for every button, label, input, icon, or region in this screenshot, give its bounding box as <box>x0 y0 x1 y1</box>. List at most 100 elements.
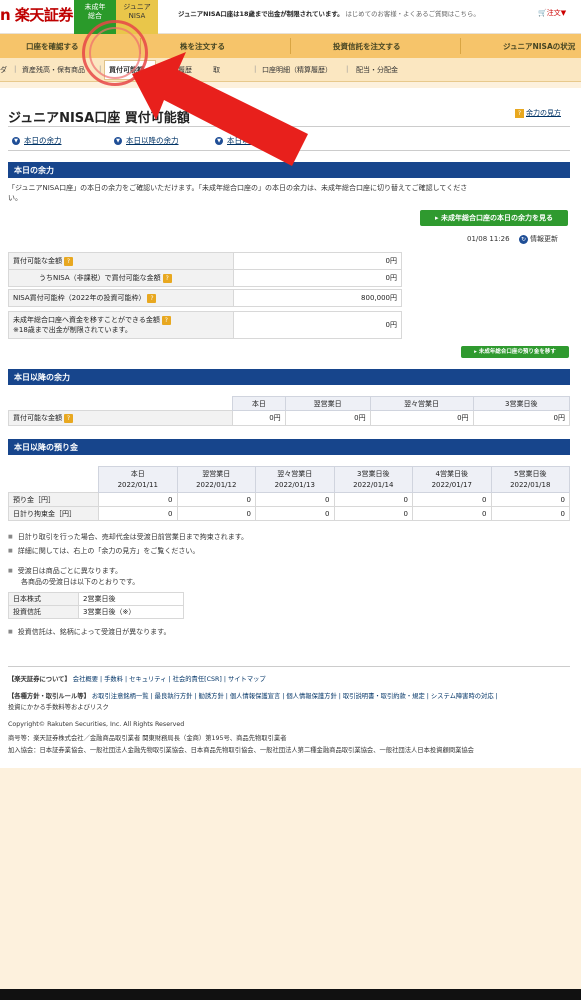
chevron-down-icon: ▼ <box>12 137 20 145</box>
sub-nav-item-cut[interactable]: ダ <box>0 65 7 75</box>
settlement-table: 日本株式 2営業日後 投資信託 3営業日後（※） <box>8 592 184 619</box>
cell: 0円 <box>232 410 286 426</box>
question-icon[interactable]: ? <box>64 413 73 423</box>
footer-about-label: 【楽天証券について】 <box>8 676 71 683</box>
row-label: 日計り拘束金［円］ <box>8 506 99 521</box>
future-power-table: 本日 翌営業日 翌々営業日 3営業日後 買付可能な金額? 0円 0円 0円 0円 <box>8 396 571 426</box>
minor-transfer-button[interactable]: ▸ 未成年総合口座の預り金を移す <box>461 346 569 358</box>
sub-nav-holdings[interactable]: 資産残高・保有商品 <box>22 65 85 75</box>
col-date: 2022/01/11 <box>117 480 158 489</box>
table-row: うちNISA（非課税）で買付可能な金額? 0円 <box>8 269 402 287</box>
buying-power-value: 0円 <box>233 252 402 270</box>
col-header: 翌々営業日 2022/01/13 <box>255 466 335 493</box>
cart-label: 注文▼ <box>546 9 567 17</box>
anchor-today[interactable]: ▼ 本日の余力 <box>12 135 62 146</box>
table-row: 未成年総合口座へ資金を移すことができる金額? ※18歳まで出金が制限されています。… <box>8 311 402 339</box>
refresh-button[interactable]: ↻ 情報更新 <box>519 234 558 244</box>
minor-transfer-label: 未成年総合口座の預り金を移す <box>478 349 556 355</box>
row-label: 買付可能な金額? <box>8 252 234 270</box>
row-label-text: 買付可能な金額 <box>13 257 62 265</box>
question-icon[interactable]: ? <box>162 273 172 283</box>
rakuten-logo[interactable]: n 楽天証券 <box>0 4 73 25</box>
cell: 0 <box>490 506 570 521</box>
table-header-row: 本日 翌営業日 翌々営業日 3営業日後 <box>8 396 571 411</box>
footer-about-links[interactable]: 会社概要 | 手数料 | セキュリティ | 社会的責任[CSR] | サイトマッ… <box>73 676 266 683</box>
deposits-table: 本日 2022/01/11 翌営業日 2022/01/12 翌々営業日 2022/01… <box>8 466 570 521</box>
anchor-label: 本日の余力 <box>24 136 62 145</box>
footer-policy-links-2[interactable]: 投資にかかる手数料等およびリスク <box>8 702 109 711</box>
help-link[interactable]: ? 余力の見方 <box>515 108 561 118</box>
question-icon[interactable]: ? <box>161 315 171 325</box>
header-notice: ジュニアNISA口座は18歳まで出金が制限されています。 はじめてのお客様・よく… <box>178 9 480 18</box>
nav-check-account[interactable]: 口座を確認する <box>26 41 79 52</box>
today-description-line1: 「ジュニアNISA口座」の本日の余力をご確認いただけます。「未成年総合口座の」の… <box>8 184 468 192</box>
footer-policy-label: 【各種方針・取引ルール等】 <box>8 693 90 700</box>
question-icon[interactable]: ? <box>64 256 73 266</box>
row-label-note: ※18歳まで出金が制限されています。 <box>13 326 132 334</box>
annotation-arrow-icon <box>132 52 308 166</box>
order-cart[interactable]: 🛒注文▼ <box>538 8 566 18</box>
row-label: うちNISA（非課税）で買付可能な金額? <box>8 269 234 287</box>
top-header: n 楽天証券 未成年 総合 ジュニア NISA ジュニアNISA口座は18歳まで… <box>0 0 581 34</box>
section-deposits-heading: 本日以降の預り金 <box>8 439 570 455</box>
row-label-text: 未成年総合口座へ資金を移すことができる金額 <box>13 316 160 324</box>
table-row: 預り金［円］ 0 0 0 0 0 0 <box>8 492 570 507</box>
transfer-table: 未成年総合口座へ資金を移すことができる金額? ※18歳まで出金が制限されています。… <box>8 311 402 339</box>
col-day: 翌営業日 <box>202 469 231 478</box>
nav-order-fund[interactable]: 投資信託を注文する <box>333 41 401 52</box>
refresh-icon: ↻ <box>519 235 528 244</box>
empty-header <box>8 466 99 493</box>
tab-junior-nisa-label: ジュニア NISA <box>123 3 151 20</box>
minor-account-power-label: 未成年総合口座の本日の余力を見る <box>440 214 553 222</box>
cell: 0 <box>176 506 256 521</box>
cell: 0 <box>98 506 178 521</box>
minor-account-power-button[interactable]: ▸ 未成年総合口座の本日の余力を見る <box>420 210 568 226</box>
transfer-value: 0円 <box>233 311 402 339</box>
cell: 0円 <box>284 410 371 426</box>
sub-nav-dividends[interactable]: 配当・分配金 <box>356 65 398 75</box>
footer-policy-links[interactable]: お取引注意銘柄一覧 | 最良執行方針 | 勧誘方針 | 個人情報保護宣言 | 個… <box>92 693 498 700</box>
table-row: 日計り拘束金［円］ 0 0 0 0 0 0 <box>8 506 570 521</box>
cell: 0円 <box>369 410 474 426</box>
refresh-label: 情報更新 <box>530 235 558 243</box>
table-row: 買付可能な金額? 0円 <box>8 252 402 270</box>
note-fund-settlement: 投資信託は、銘柄によって受渡日が異なります。 <box>8 627 171 637</box>
settlement-days: 3営業日後（※） <box>78 605 184 619</box>
table-row: 買付可能な金額? 0円 0円 0円 0円 <box>8 410 571 426</box>
chevron-down-icon: ▼ <box>114 137 122 145</box>
col-header: 本日 <box>232 396 286 411</box>
row-label: NISA買付可能枠（2022年の投資可能枠）? <box>8 289 234 307</box>
cell: 0 <box>98 492 178 507</box>
col-date: 2022/01/18 <box>510 480 551 489</box>
nav-junior-nisa-status[interactable]: ジュニアNISAの状況 <box>503 41 575 52</box>
footer-associations: 加入協会：日本証券業協会、一般社団法人金融先物取引業協会、日本商品先物取引協会、… <box>8 747 474 754</box>
col-header: 5営業日後 2022/01/18 <box>490 466 570 493</box>
book-icon: ? <box>515 108 524 118</box>
footer-policy: 【各種方針・取引ルール等】 お取引注意銘柄一覧 | 最良執行方針 | 勧誘方針 … <box>8 691 498 700</box>
nisa-buying-power-value: 0円 <box>233 269 402 287</box>
cell: 0円 <box>472 410 571 426</box>
table-row: 投資信託 3営業日後（※） <box>8 605 184 619</box>
settlement-days: 2営業日後 <box>78 592 184 606</box>
row-label-text: 買付可能な金額 <box>13 414 62 422</box>
col-header: 4営業日後 2022/01/17 <box>412 466 492 493</box>
col-header: 本日 2022/01/11 <box>98 466 178 493</box>
row-label: 預り金［円］ <box>8 492 99 507</box>
note-details: 詳細に関しては、右上の「余力の見方」をご覧ください。 <box>8 546 200 556</box>
col-day: 4営業日後 <box>435 469 468 478</box>
col-date: 2022/01/12 <box>196 480 237 489</box>
help-links[interactable]: はじめてのお客様・よくあるご質問はこちら。 <box>346 10 480 18</box>
today-power-table: 買付可能な金額? 0円 うちNISA（非課税）で買付可能な金額? 0円 <box>8 252 402 287</box>
col-header: 3営業日後 2022/01/14 <box>333 466 413 493</box>
empty-header <box>8 396 233 411</box>
timestamp: 01/08 11:26 <box>467 235 510 243</box>
col-day: 翌々営業日 <box>277 469 313 478</box>
note-settlement: 受渡日は商品ごとに異なります。 <box>8 566 122 576</box>
question-icon[interactable]: ? <box>147 293 157 303</box>
page: { "header": { "logo": "n 楽天証券", "brand_t… <box>0 0 581 1000</box>
cell: 0 <box>333 492 413 507</box>
product-name: 投資信託 <box>8 605 79 619</box>
note-intraday: 日計り取引を行った場合、売却代金は受渡日前営業日まで拘束されます。 <box>8 532 248 542</box>
nisa-limit-table: NISA買付可能枠（2022年の投資可能枠）? 800,000円 <box>8 289 402 307</box>
note-settlement-sub: 各商品の受渡日は以下のとおりです。 <box>21 578 140 586</box>
